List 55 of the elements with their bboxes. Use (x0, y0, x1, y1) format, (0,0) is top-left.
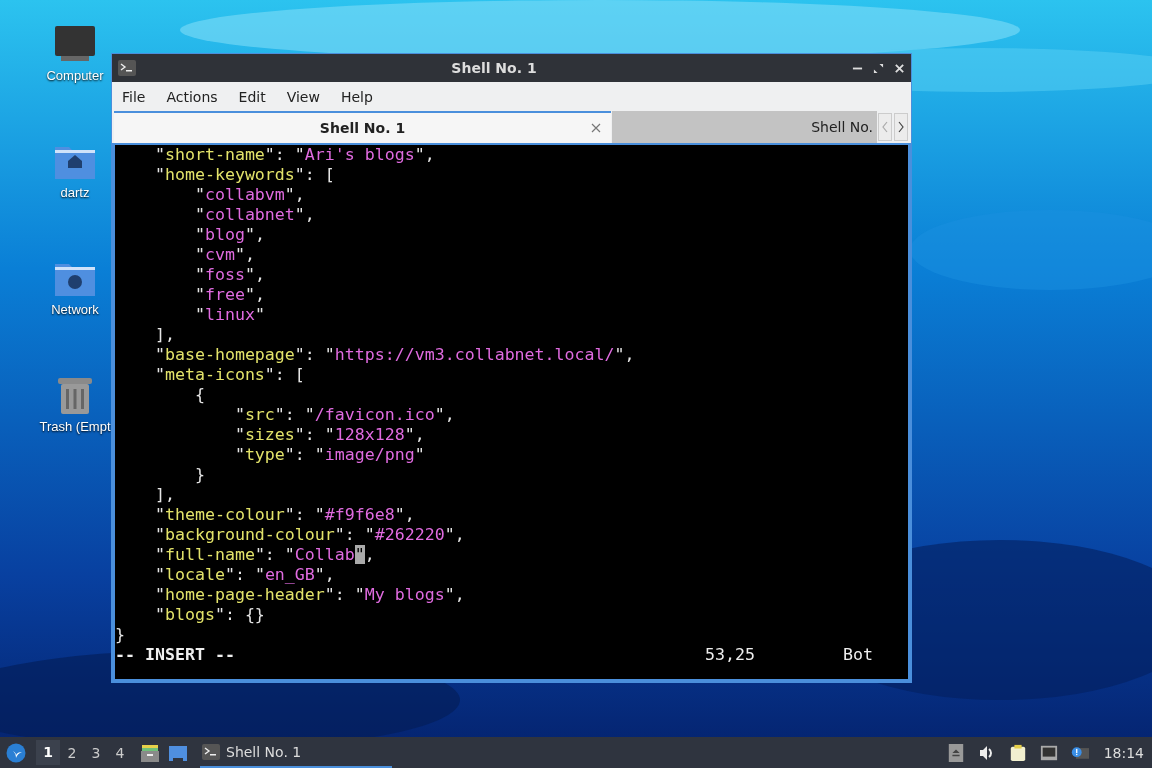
code-line: "home-keywords": [ (153, 165, 336, 185)
task-button[interactable]: Shell No. 1 (200, 737, 392, 768)
chevron-right-icon[interactable] (894, 113, 908, 141)
code-line: "free", (193, 285, 266, 305)
code-line: "collabvm", (193, 185, 306, 205)
code-line: ], (153, 485, 176, 505)
eject-icon[interactable] (946, 743, 965, 762)
close-icon[interactable] (591, 123, 601, 133)
code-line: "full-name": "Collab", (153, 545, 376, 565)
code-line: "collabnet", (193, 205, 316, 225)
scroll-position: Bot (843, 645, 873, 665)
desktop-icon-label[interactable]: Trash (Empt (39, 419, 111, 434)
tab[interactable]: Shell No. 1 (114, 111, 611, 143)
code-line: "src": "/favicon.ico", (233, 405, 456, 425)
code-line: } (115, 625, 126, 645)
code-line: } (193, 465, 206, 485)
workspace-button[interactable]: 2 (60, 744, 84, 761)
code-line: { (193, 385, 206, 405)
workspace-button[interactable]: 4 (108, 744, 132, 761)
menu-item[interactable]: Help (340, 88, 383, 105)
window-title: Shell No. 1 (450, 60, 538, 76)
code-line: "home-page-header": "My blogs", (153, 585, 466, 605)
monitor-icon[interactable] (53, 24, 97, 64)
maximize-icon[interactable] (873, 62, 884, 74)
code-line: "background-colour": "#262220", (153, 525, 466, 545)
mode-indicator: -- INSERT -- (115, 645, 236, 665)
cursor-position: 53,25 (705, 645, 756, 665)
menu-item[interactable]: Actions (166, 88, 228, 105)
terminal-icon (118, 60, 136, 76)
code-line: "cvm", (193, 245, 256, 265)
network-port-icon[interactable] (1039, 743, 1058, 762)
tab[interactable]: Shell No. (612, 111, 877, 143)
clipboard-icon[interactable] (1008, 743, 1027, 762)
code-line: "blogs": {} (153, 605, 266, 625)
start-menu-icon[interactable] (6, 742, 26, 763)
code-line: "sizes": "128x128", (233, 425, 426, 445)
code-line: "meta-icons": [ (153, 365, 306, 385)
clock[interactable]: 18:14 (1103, 744, 1144, 761)
code-line: "base-homepage": "https://vm3.collabnet.local/", (153, 345, 636, 365)
code-line: "foss", (193, 265, 266, 285)
file-cabinet-icon[interactable] (140, 742, 160, 763)
workspace-button[interactable]: 3 (84, 744, 108, 761)
menu-item[interactable]: View (286, 88, 330, 105)
code-line: "theme-colour": "#f9f6e8", (153, 505, 416, 525)
menu-item[interactable]: File (122, 88, 156, 105)
workspace-button[interactable]: 1 (36, 740, 60, 765)
desktop-icon-label[interactable]: Network (51, 302, 99, 317)
code-line: ], (153, 325, 176, 345)
code-line: "locale": "en_GB", (153, 565, 336, 585)
code-line: "type": "image/png" (233, 445, 426, 465)
code-line: "blog", (193, 225, 266, 245)
menu-item[interactable]: Edit (238, 88, 276, 105)
code-line: "short-name": "Ari's blogs", (153, 145, 436, 165)
code-line: "linux" (193, 305, 266, 325)
terminal-icon (202, 743, 220, 760)
